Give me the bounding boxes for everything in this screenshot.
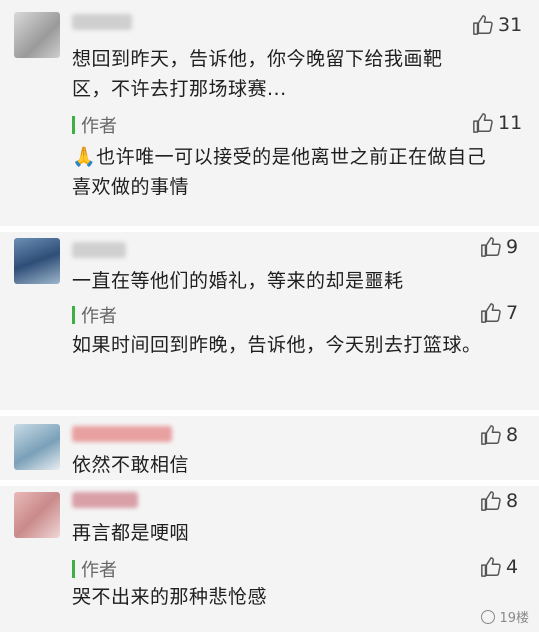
comment-text: 一直在等他们的婚礼，等来的却是噩耗 <box>72 270 404 292</box>
author-bar <box>72 306 75 324</box>
reply-text: 🙏也许唯一可以接受的是他离世之前正在做自己喜欢做的事情 <box>72 146 487 198</box>
author-reply-tag: 作者 <box>72 112 117 138</box>
comment-card-1: 31 想回到昨天，告诉他，你今晚留下给我画靶区，不许去打那场球赛... 作者 1… <box>0 0 539 226</box>
comment-text: 想回到昨天，告诉他，你今晚留下给我画靶区，不许去打那场球赛... <box>72 48 443 100</box>
thumbs-up-icon <box>481 557 501 577</box>
like-button[interactable]: 8 <box>480 424 518 446</box>
comment-card-2: 9 一直在等他们的婚礼，等来的却是噩耗 作者 7 如果时间回到昨晚，告诉他，今天… <box>0 232 539 410</box>
thumbs-up-icon <box>473 113 493 133</box>
thumbs-up-icon <box>481 237 501 257</box>
like-count: 4 <box>506 556 519 578</box>
like-count: 9 <box>506 236 519 258</box>
like-count: 31 <box>498 14 523 36</box>
comment-text: 依然不敢相信 <box>72 454 190 476</box>
like-button[interactable]: 31 <box>472 14 522 36</box>
avatar[interactable] <box>14 238 60 284</box>
avatar[interactable] <box>14 492 60 538</box>
account-watermark: 19楼 <box>481 607 529 626</box>
thumbs-up-icon <box>481 303 501 323</box>
author-label: 作者 <box>81 306 117 327</box>
like-button[interactable]: 8 <box>480 490 518 512</box>
like-button[interactable]: 9 <box>480 236 518 258</box>
thumbs-up-icon <box>481 491 501 511</box>
username-blurred <box>72 14 132 30</box>
author-label: 作者 <box>81 116 117 137</box>
like-count: 11 <box>498 112 523 134</box>
thumbs-up-icon <box>481 425 501 445</box>
like-count: 8 <box>506 424 519 446</box>
avatar[interactable] <box>14 424 60 470</box>
author-bar <box>72 116 75 134</box>
comment-card-4: 8 再言都是哽咽 作者 4 哭不出来的那种悲怆感 19楼 <box>0 486 539 632</box>
comment-text: 再言都是哽咽 <box>72 522 190 544</box>
username-blurred <box>72 492 138 508</box>
username-blurred <box>72 426 172 442</box>
reply-text: 哭不出来的那种悲怆感 <box>72 586 268 608</box>
wechat-logo-icon <box>481 609 496 624</box>
reply-text: 如果时间回到昨晚，告诉他，今天别去打篮球。 <box>72 334 482 356</box>
author-label: 作者 <box>81 560 117 581</box>
author-bar <box>72 560 75 578</box>
reply-like-button[interactable]: 11 <box>472 112 522 134</box>
reply-like-button[interactable]: 7 <box>480 302 518 324</box>
avatar[interactable] <box>14 12 60 58</box>
username-blurred <box>72 242 126 258</box>
reply-like-button[interactable]: 4 <box>480 556 518 578</box>
author-reply-tag: 作者 <box>72 556 117 582</box>
like-count: 8 <box>506 490 519 512</box>
account-name: 19楼 <box>499 611 529 626</box>
thumbs-up-icon <box>473 15 493 35</box>
author-reply-tag: 作者 <box>72 302 117 328</box>
comment-card-3: 8 依然不敢相信 <box>0 416 539 480</box>
like-count: 7 <box>506 302 519 324</box>
